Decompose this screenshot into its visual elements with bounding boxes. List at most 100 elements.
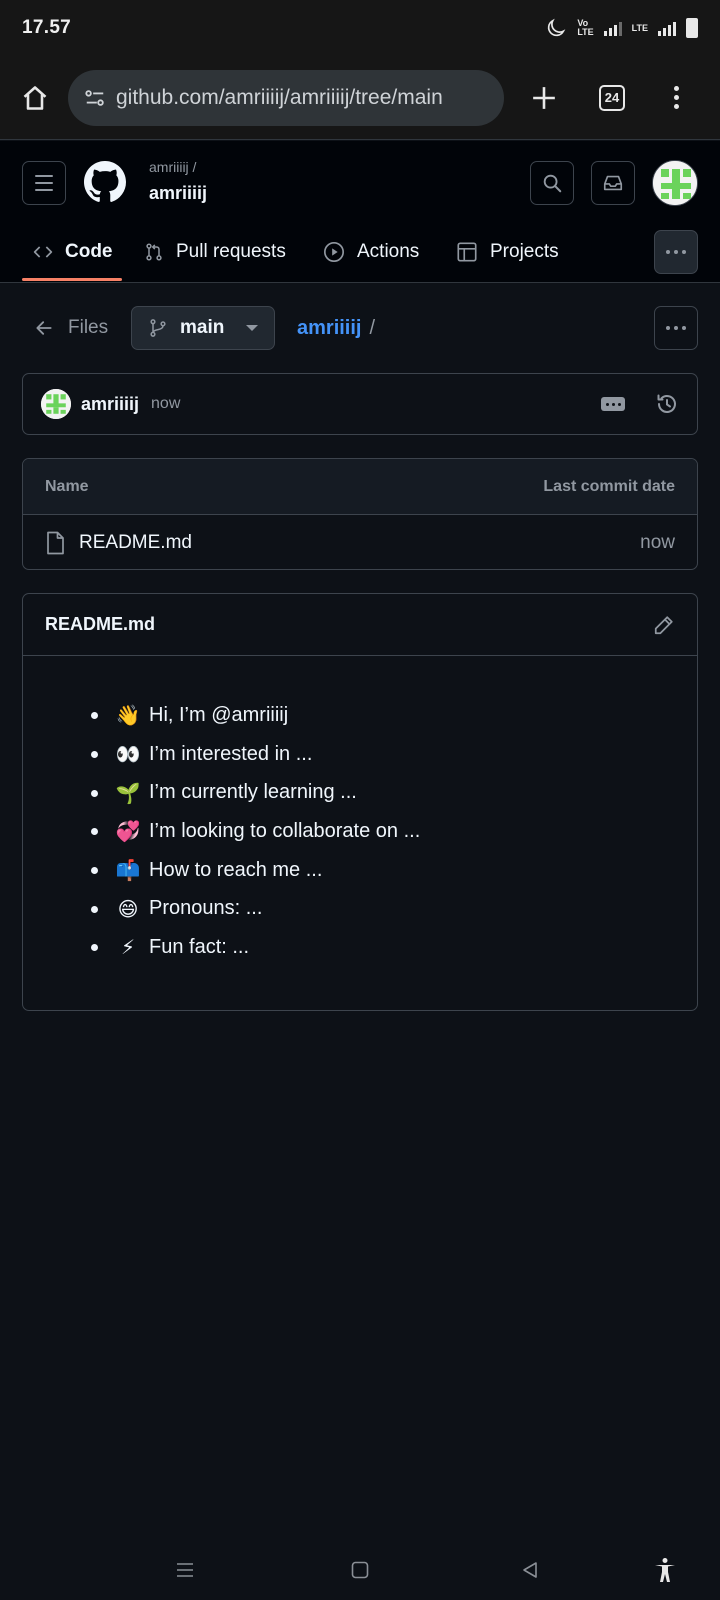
file-name-link[interactable]: README.md bbox=[79, 532, 192, 554]
eyes-emoji: 👀 bbox=[115, 742, 141, 767]
readme-content: 👋 Hi, I’m @amriiiij 👀 I’m interested in ..… bbox=[23, 656, 697, 967]
new-tab-button[interactable] bbox=[522, 76, 566, 120]
code-icon bbox=[33, 246, 53, 258]
repo-name-link[interactable]: amriiiij bbox=[149, 183, 207, 204]
volte-icon: Vo LTE bbox=[577, 18, 594, 37]
tab-actions[interactable]: Actions bbox=[323, 223, 419, 281]
signal-icon-2 bbox=[658, 20, 676, 36]
latest-commit-box: amriiiij now bbox=[22, 373, 698, 435]
mailbox-emoji: 📫 bbox=[115, 858, 141, 883]
table-row[interactable]: README.md now bbox=[23, 515, 697, 569]
tab-code[interactable]: Code bbox=[33, 223, 113, 281]
inbox-icon bbox=[603, 175, 623, 191]
list-item: 👋 Hi, I’m @amriiiij bbox=[91, 696, 697, 735]
seedling-emoji: 🌱 bbox=[115, 780, 141, 805]
search-icon bbox=[543, 174, 562, 193]
user-avatar[interactable] bbox=[652, 160, 698, 206]
waving-hand-emoji: 👋 bbox=[115, 703, 141, 728]
github-logo-icon[interactable] bbox=[84, 161, 126, 203]
commit-message-toggle-icon[interactable] bbox=[601, 397, 625, 411]
arrow-left-icon bbox=[36, 321, 52, 335]
battery-charging-icon bbox=[686, 18, 698, 38]
column-header-name: Name bbox=[45, 477, 89, 495]
inbox-button[interactable] bbox=[591, 161, 635, 205]
tab-actions-label: Actions bbox=[357, 241, 420, 262]
plus-icon bbox=[533, 86, 555, 109]
table-header: Name Last commit date bbox=[23, 459, 697, 515]
pencil-icon[interactable] bbox=[653, 614, 675, 636]
list-item-text: Fun fact: ... bbox=[149, 935, 250, 958]
revolving-hearts-emoji: 💞 bbox=[115, 819, 141, 844]
table-icon bbox=[457, 242, 477, 262]
list-item-text: I’m currently learning ... bbox=[149, 781, 357, 804]
back-to-files-button[interactable]: Files bbox=[34, 306, 108, 350]
history-icon[interactable] bbox=[655, 392, 679, 416]
back-nav-button[interactable] bbox=[510, 1550, 550, 1590]
address-bar[interactable]: github.com/amriiiij/amriiiij/tree/main bbox=[68, 69, 504, 126]
readme-panel: README.md 👋 Hi, I’m @amriiiij 👀 I’m intere… bbox=[22, 593, 698, 1011]
files-toolbar: Files main amriiiij / bbox=[0, 306, 720, 350]
file-icon bbox=[47, 531, 64, 554]
do-not-disturb-moon-icon bbox=[548, 18, 566, 37]
browser-menu-button[interactable] bbox=[654, 76, 698, 120]
list-item-text: How to reach me ... bbox=[149, 858, 323, 881]
more-tabs-button[interactable] bbox=[654, 230, 698, 274]
file-table: Name Last commit date README.md now bbox=[22, 458, 698, 570]
system-nav-bar bbox=[0, 1540, 720, 1600]
readme-list: 👋 Hi, I’m @amriiiij 👀 I’m interested in ..… bbox=[91, 696, 697, 967]
home-nav-button[interactable] bbox=[340, 1550, 380, 1590]
browser-toolbar: github.com/amriiiij/amriiiij/tree/main 2… bbox=[0, 56, 720, 140]
readme-title[interactable]: README.md bbox=[45, 614, 155, 635]
site-settings-icon[interactable] bbox=[84, 87, 106, 109]
repo-nav: Code Pull requests Actions Projects bbox=[0, 223, 720, 283]
accessibility-button[interactable] bbox=[645, 1550, 685, 1590]
identicon-avatar bbox=[41, 389, 71, 419]
repo-owner-link[interactable]: amriiiij / bbox=[149, 159, 196, 175]
files-label: Files bbox=[68, 317, 109, 338]
breadcrumb-separator: / bbox=[369, 316, 376, 339]
lte-icon: LTE bbox=[631, 23, 648, 33]
home-button[interactable] bbox=[18, 81, 52, 115]
status-bar: 17.57 Vo LTE LTE bbox=[0, 0, 720, 56]
list-item-text: I’m interested in ... bbox=[149, 742, 313, 765]
signal-icon-1 bbox=[603, 20, 622, 36]
kebab-menu-icon bbox=[673, 86, 679, 109]
smile-emoji: 😄 bbox=[117, 896, 139, 921]
search-button[interactable] bbox=[530, 161, 574, 205]
play-icon bbox=[324, 242, 344, 262]
tab-pull-requests[interactable]: Pull requests bbox=[144, 223, 286, 281]
tab-count-badge: 24 bbox=[599, 84, 625, 111]
list-item: 🌱 I’m currently learning ... bbox=[91, 773, 697, 812]
tab-projects[interactable]: Projects bbox=[456, 223, 559, 281]
active-tab-indicator bbox=[22, 278, 122, 281]
more-horizontal-icon bbox=[666, 250, 686, 254]
url-text: github.com/amriiiij/amriiiij/tree/main bbox=[116, 85, 443, 109]
recents-icon bbox=[177, 1563, 193, 1577]
branch-selector[interactable]: main bbox=[131, 306, 275, 350]
readme-header: README.md bbox=[23, 594, 697, 656]
commit-time: now bbox=[151, 395, 181, 412]
hamburger-menu-button[interactable] bbox=[22, 161, 66, 205]
breadcrumb-repo-link[interactable]: amriiiij bbox=[297, 317, 361, 340]
lightning-emoji: ⚡ bbox=[120, 935, 136, 960]
file-options-button[interactable] bbox=[654, 306, 698, 350]
pull-request-icon bbox=[146, 243, 162, 261]
status-icons: Vo LTE LTE bbox=[545, 17, 698, 39]
list-item-text: Hi, I’m @amriiiij bbox=[149, 703, 289, 726]
file-commit-date: now bbox=[640, 531, 675, 553]
more-horizontal-icon bbox=[666, 326, 686, 330]
chevron-down-icon bbox=[246, 325, 258, 331]
commit-author-link[interactable]: amriiiij bbox=[81, 394, 139, 415]
tab-pull-requests-label: Pull requests bbox=[176, 241, 286, 262]
git-branch-icon bbox=[150, 319, 166, 337]
branch-name: main bbox=[180, 317, 225, 338]
tab-switcher-button[interactable]: 24 bbox=[590, 76, 634, 120]
triangle-back-icon bbox=[523, 1562, 537, 1578]
square-home-icon bbox=[351, 1561, 369, 1579]
recents-button[interactable] bbox=[165, 1550, 205, 1590]
status-time: 17.57 bbox=[22, 17, 72, 38]
list-item: 👀 I’m interested in ... bbox=[91, 735, 697, 774]
home-icon bbox=[23, 85, 47, 110]
hamburger-icon bbox=[35, 175, 53, 191]
commit-author-avatar[interactable] bbox=[41, 389, 71, 419]
